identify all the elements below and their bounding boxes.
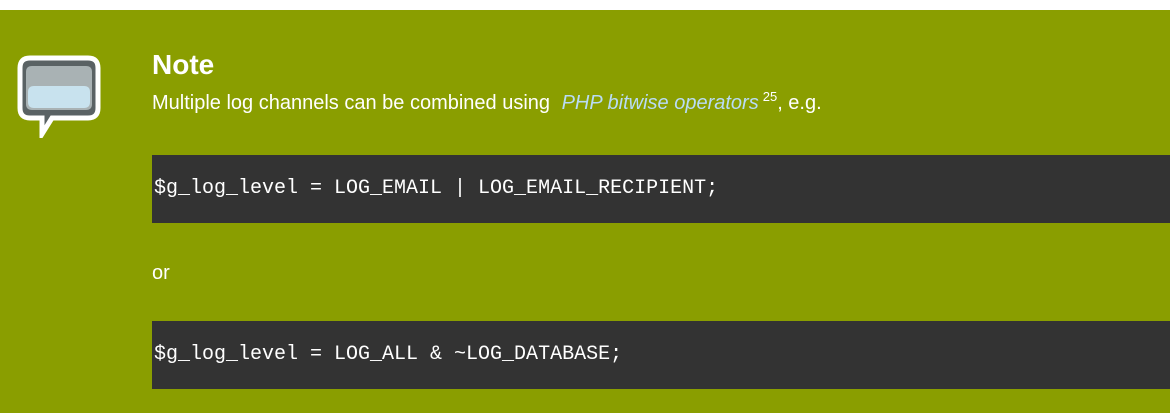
note-box: Note Multiple log channels can be combin…	[0, 10, 1170, 413]
php-bitwise-operators-link[interactable]: PHP bitwise operators	[562, 92, 759, 114]
code-block-1: $g_log_level = LOG_EMAIL | LOG_EMAIL_REC…	[152, 155, 1170, 223]
note-title: Note	[152, 49, 215, 80]
note-text-before: Multiple log channels can be combined us…	[152, 92, 551, 114]
code-block-2: $g_log_level = LOG_ALL & ~LOG_DATABASE;	[152, 321, 1170, 389]
note-text: Multiple log channels can be combined us…	[152, 90, 822, 116]
footnote-ref[interactable]: 25	[763, 89, 777, 104]
note-text-after: , e.g.	[777, 92, 822, 114]
separator-text: or	[152, 262, 170, 284]
speech-bubble-icon	[17, 55, 101, 138]
